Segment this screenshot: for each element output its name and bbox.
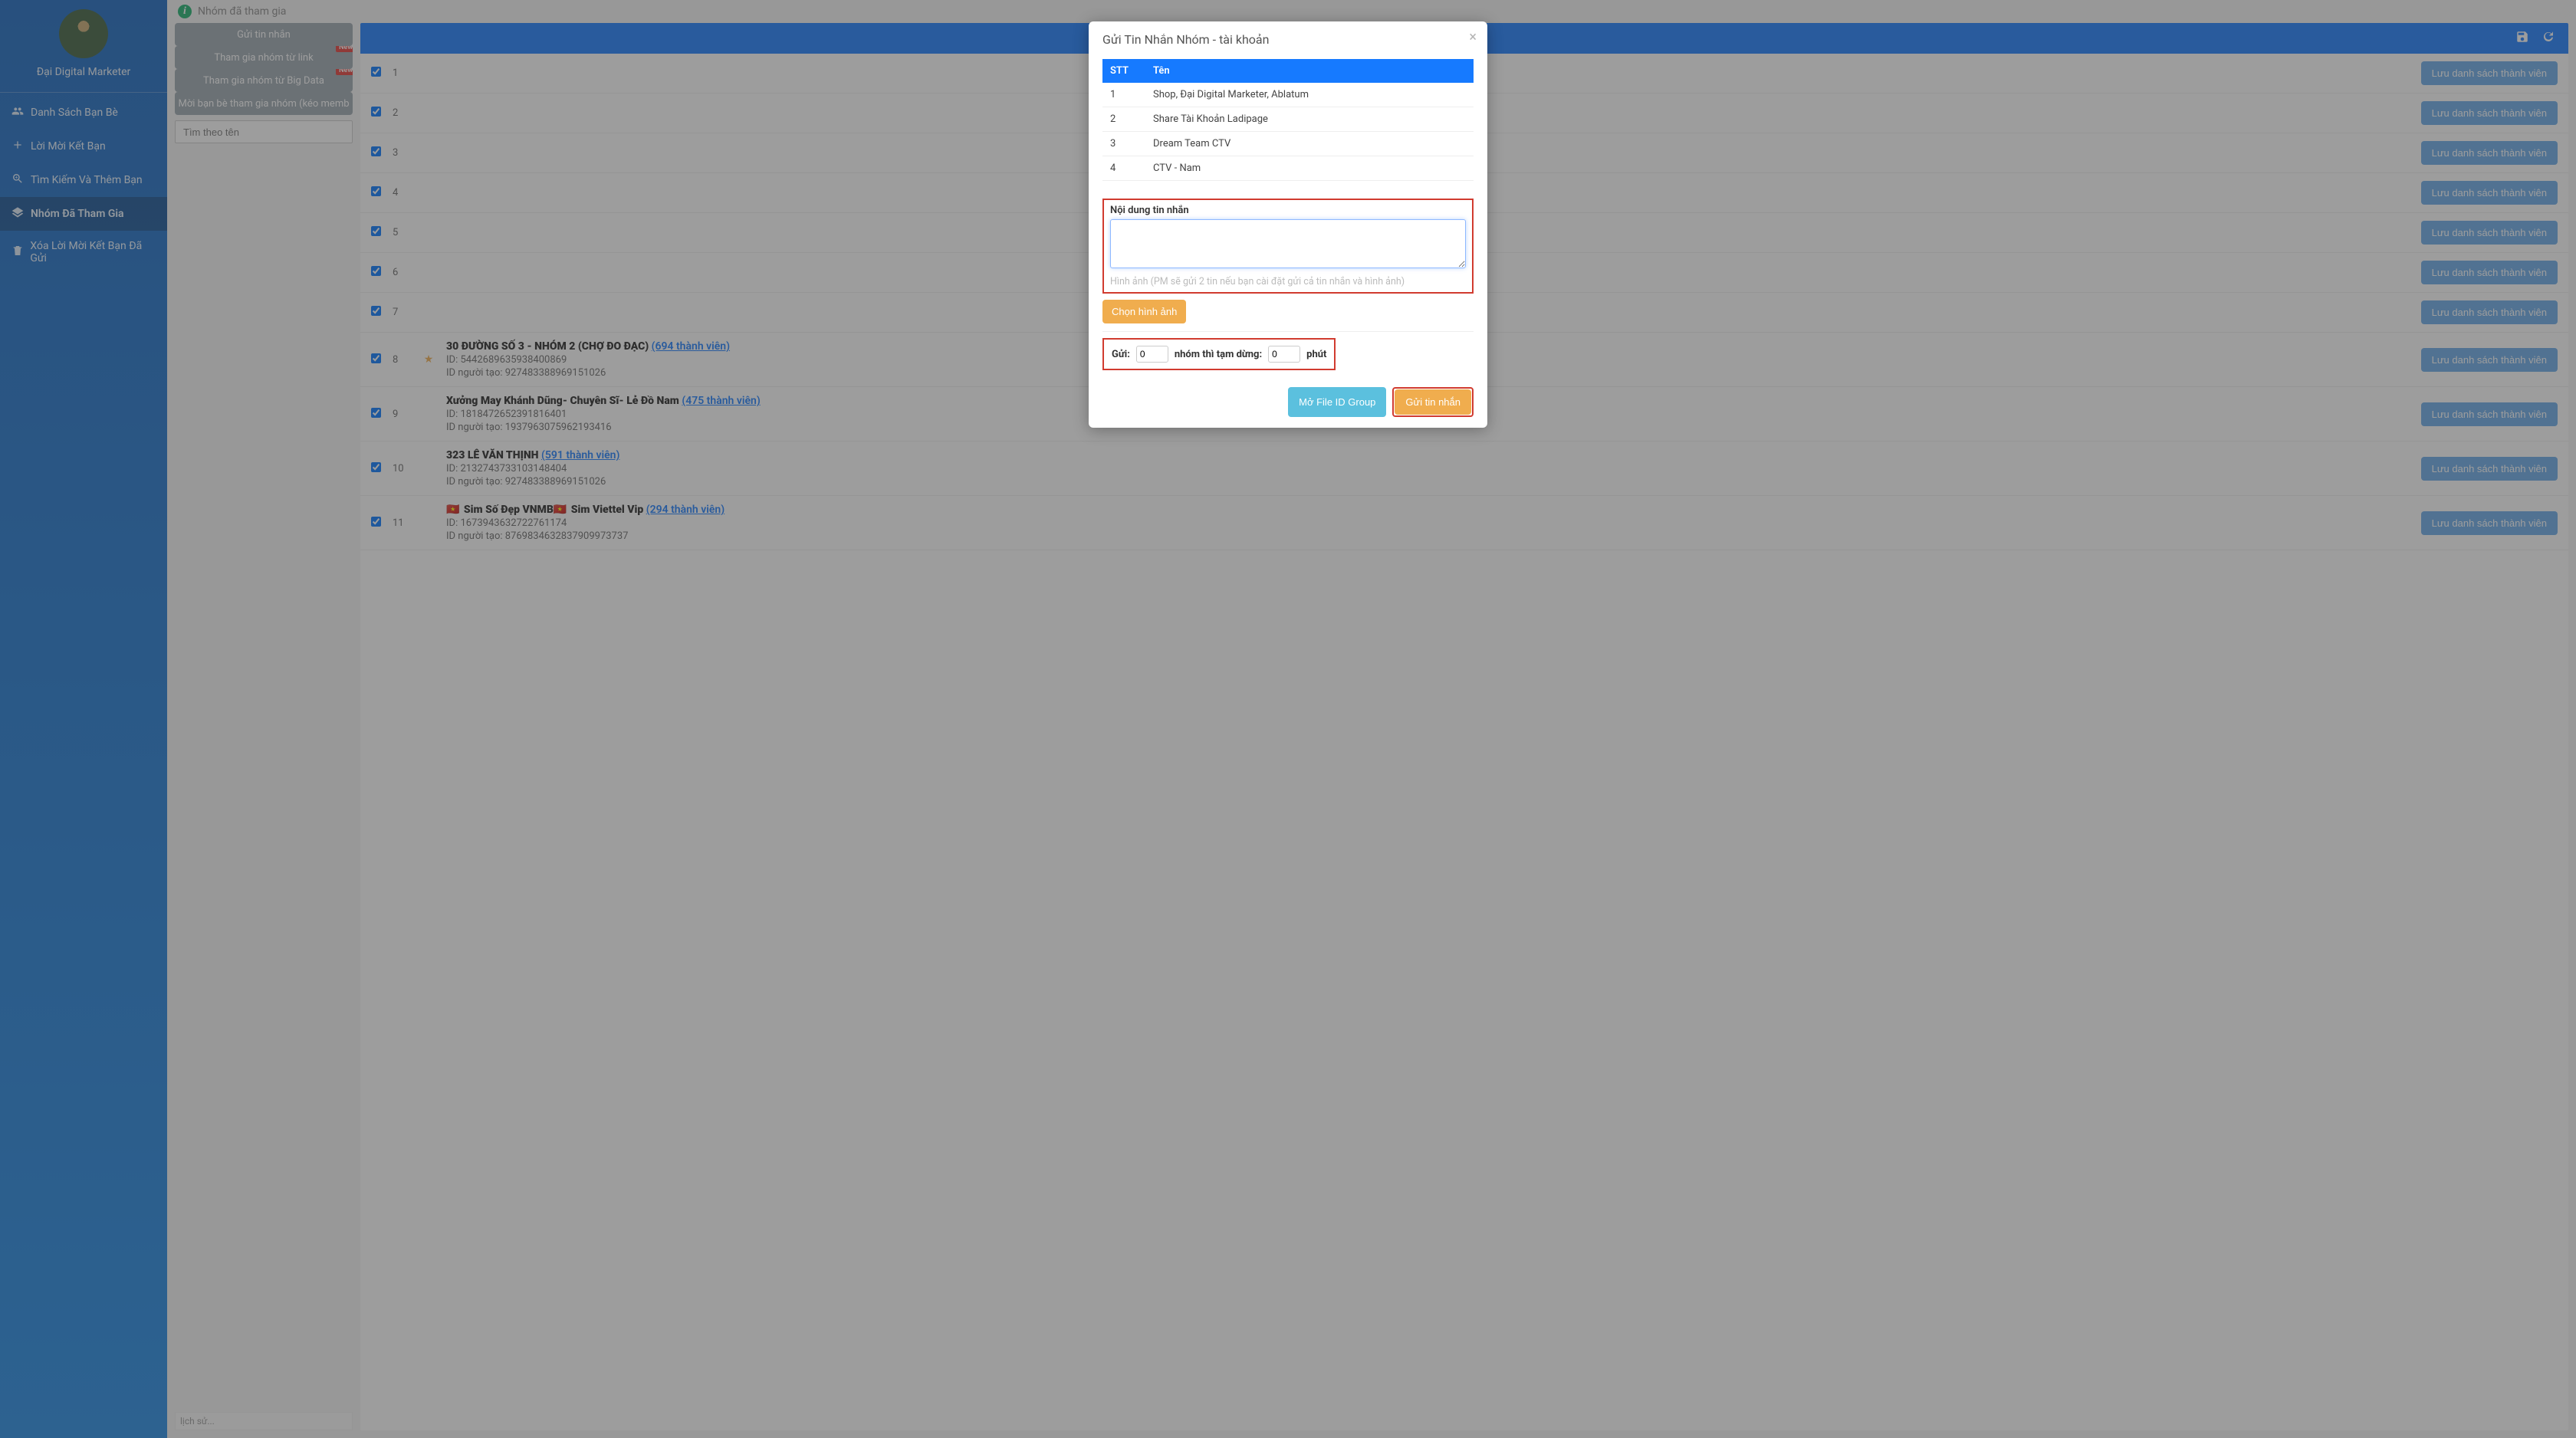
modal-row[interactable]: 2Share Tài Khoản Ladipage	[1102, 107, 1474, 132]
timing-box: Gửi: nhóm thì tạm dừng: phút	[1102, 338, 1336, 370]
modal-table-wrap[interactable]: STT Tên 1Shop, Đại Digital Marketer, Abl…	[1102, 59, 1474, 192]
cell-name: Share Tài Khoản Ladipage	[1145, 107, 1474, 132]
modal-row[interactable]: 3Dream Team CTV	[1102, 132, 1474, 156]
divider	[1102, 331, 1474, 332]
send-label: Gửi:	[1112, 349, 1130, 360]
message-label: Nội dung tin nhắn	[1110, 205, 1466, 216]
minutes-input[interactable]	[1268, 346, 1300, 363]
modal-footer: Mở File ID Group Gửi tin nhắn	[1089, 376, 1487, 428]
modal-body: STT Tên 1Shop, Đại Digital Marketer, Abl…	[1089, 54, 1487, 376]
open-file-button[interactable]: Mở File ID Group	[1288, 387, 1386, 417]
modal-row[interactable]: 1Shop, Đại Digital Marketer, Ablatum	[1102, 83, 1474, 107]
close-icon[interactable]: ×	[1469, 29, 1477, 45]
cell-name: CTV - Nam	[1145, 156, 1474, 181]
col-stt: STT	[1102, 59, 1145, 83]
col-name: Tên	[1145, 59, 1474, 83]
timing-row: Gửi: nhóm thì tạm dừng: phút	[1102, 337, 1474, 376]
send-button[interactable]: Gửi tin nhắn	[1395, 389, 1471, 415]
message-hint: Hình ảnh (PM sẽ gửi 2 tin nếu bạn cài đặ…	[1110, 276, 1466, 287]
message-section: Nội dung tin nhắn Hình ảnh (PM sẽ gửi 2 …	[1102, 199, 1474, 294]
choose-image-button[interactable]: Chọn hình ảnh	[1102, 300, 1186, 323]
modal-overlay: × Gửi Tin Nhắn Nhóm - tài khoản STT Tên …	[0, 0, 2576, 1438]
pause-label: nhóm thì tạm dừng:	[1175, 349, 1262, 360]
groups-count-input[interactable]	[1136, 346, 1168, 363]
modal-title: Gửi Tin Nhắn Nhóm - tài khoản	[1102, 32, 1474, 47]
choose-image-row: Chọn hình ảnh	[1102, 300, 1474, 323]
cell-name: Shop, Đại Digital Marketer, Ablatum	[1145, 83, 1474, 107]
modal-header: Gửi Tin Nhắn Nhóm - tài khoản	[1089, 21, 1487, 54]
minutes-label: phút	[1306, 349, 1326, 360]
cell-stt: 4	[1102, 156, 1145, 181]
send-button-highlight: Gửi tin nhắn	[1392, 387, 1474, 417]
modal: × Gửi Tin Nhắn Nhóm - tài khoản STT Tên …	[1089, 21, 1487, 428]
cell-stt: 1	[1102, 83, 1145, 107]
cell-stt: 3	[1102, 132, 1145, 156]
cell-name: Dream Team CTV	[1145, 132, 1474, 156]
message-textarea[interactable]	[1110, 219, 1466, 268]
modal-row[interactable]: 4CTV - Nam	[1102, 156, 1474, 181]
cell-stt: 2	[1102, 107, 1145, 132]
modal-table: STT Tên 1Shop, Đại Digital Marketer, Abl…	[1102, 59, 1474, 181]
